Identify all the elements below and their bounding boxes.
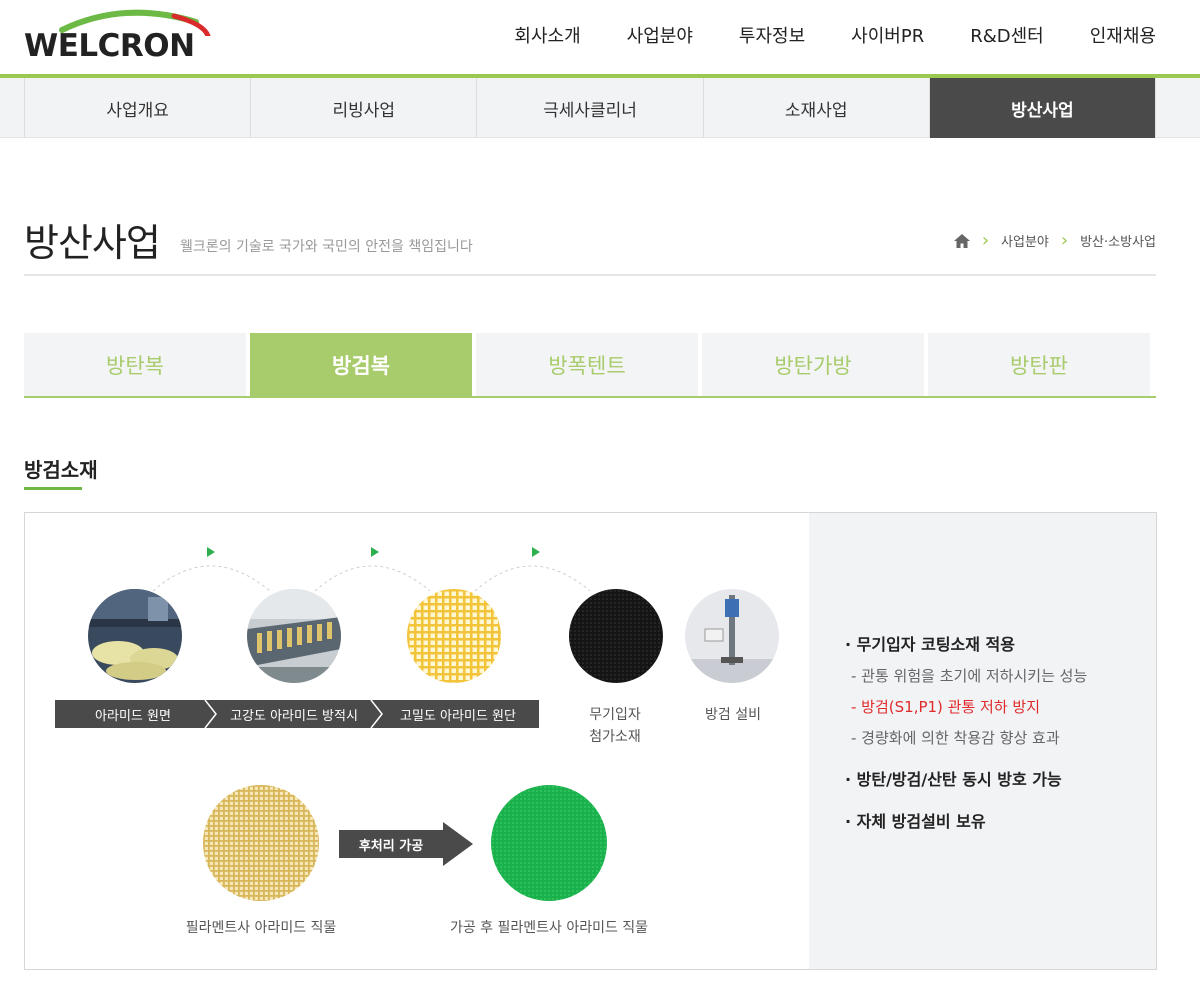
feature-detail-highlight: - 방검(S1,P1) 관통 저하 방지 (851, 698, 1041, 716)
chevron-right-icon: › (981, 229, 990, 251)
feature-list: · 무기입자 코팅소재 적용 - 관통 위험을 초기에 저하시키는 성능 - 방… (845, 631, 1087, 850)
site-header: WELCRON 회사소개 사업분야 투자정보 사이버PR R&D센터 인재채용 (0, 0, 1200, 78)
step-separator-chevrons (204, 700, 383, 728)
home-icon[interactable] (953, 233, 970, 248)
section-title-underline (24, 487, 82, 490)
page-title: 방산사업 (24, 221, 161, 265)
feature-detail: - 경량화에 의한 착용감 향상 효과 (851, 729, 1060, 747)
tab-stab-proof-vest[interactable]: 방검복 (250, 333, 472, 396)
feature-item: · 무기입자 코팅소재 적용 - 관통 위험을 초기에 저하시키는 성능 - 방… (845, 631, 1087, 748)
process-diagram: 아라미드 원면 고강도 아라미드 방적시 고밀도 아라미드 원단 무기입자 첨가… (25, 513, 809, 969)
before-fabric-label: 필라멘트사 아라미드 직물 (185, 920, 337, 936)
tab-bulletproof-vest[interactable]: 방탄복 (24, 333, 246, 396)
filament-fabric-before-image (203, 785, 319, 901)
gnb-item-rnd[interactable]: R&D센터 (970, 22, 1044, 48)
stab-test-equipment-image (685, 589, 779, 683)
breadcrumb-item-defense[interactable]: 방산·소방사업 (1080, 231, 1156, 250)
global-nav: 회사소개 사업분야 투자정보 사이버PR R&D센터 인재채용 (468, 22, 1156, 48)
logo-text: WELCRON (24, 28, 195, 64)
post-process-label: 후처리 가공 (358, 838, 424, 854)
filament-fabric-after-image (491, 785, 607, 901)
section-title: 방검소재 (24, 458, 98, 482)
coating-label: 무기입자 첨가소재 (565, 704, 665, 748)
welcron-logo[interactable]: WELCRON (24, 6, 214, 64)
after-fabric-label: 가공 후 필라멘트사 아라미드 직물 (449, 920, 649, 936)
coating-label-line1: 무기입자 (589, 707, 641, 723)
aramid-raw-fiber-image (88, 589, 182, 683)
sub-nav: 사업개요 리빙사업 극세사클리너 소재사업 방산사업 (0, 78, 1200, 138)
breadcrumb-item-business[interactable]: 사업분야 (1001, 231, 1049, 250)
gnb-item-investor[interactable]: 투자정보 (739, 22, 805, 48)
gnb-item-cyber-pr[interactable]: 사이버PR (851, 22, 924, 48)
feature-item: · 방탄/방검/산탄 동시 방호 가능 (845, 770, 1062, 789)
subnav-item-microfiber[interactable]: 극세사클리너 (477, 78, 704, 138)
coating-label-line2: 첨가소재 (589, 729, 641, 745)
tab-blast-tent[interactable]: 방폭텐트 (476, 333, 698, 396)
tab-bulletproof-bag[interactable]: 방탄가방 (702, 333, 924, 396)
aramid-fabric-image (407, 589, 501, 683)
page-subtitle: 웰크론의 기술로 국가와 국민의 안전을 책임집니다 (180, 239, 473, 255)
tab-bulletproof-plate[interactable]: 방탄판 (928, 333, 1150, 396)
gnb-item-business[interactable]: 사업분야 (627, 22, 693, 48)
feature-title: · 무기입자 코팅소재 적용 (845, 635, 1015, 654)
subnav-item-overview[interactable]: 사업개요 (25, 78, 252, 138)
gnb-item-recruit[interactable]: 인재채용 (1090, 22, 1156, 48)
aramid-spinning-image (247, 589, 341, 683)
equipment-label: 방검 설비 (705, 707, 761, 723)
post-process-arrow: 후처리 가공 (339, 822, 473, 866)
title-divider (24, 274, 1156, 276)
feature-panel: · 무기입자 코팅소재 적용 - 관통 위험을 초기에 저하시키는 성능 - 방… (809, 513, 1156, 969)
inorganic-coating-image (569, 589, 663, 683)
chevron-right-icon: › (1060, 229, 1069, 251)
breadcrumb: › 사업분야 › 방산·소방사업 (953, 229, 1156, 251)
subnav-item-material[interactable]: 소재사업 (704, 78, 930, 138)
gnb-item-company[interactable]: 회사소개 (514, 22, 580, 48)
subnav-item-defense[interactable]: 방산사업 (929, 78, 1157, 138)
subnav-item-living[interactable]: 리빙사업 (251, 78, 478, 138)
feature-item: · 자체 방검설비 보유 (845, 812, 986, 831)
feature-detail: - 관통 위험을 초기에 저하시키는 성능 (851, 667, 1088, 685)
stab-proof-material-diagram: 아라미드 원면 고강도 아라미드 방적시 고밀도 아라미드 원단 무기입자 첨가… (24, 512, 1157, 970)
product-tabs: 방탄복 방검복 방폭텐트 방탄가방 방탄판 (24, 333, 1156, 398)
